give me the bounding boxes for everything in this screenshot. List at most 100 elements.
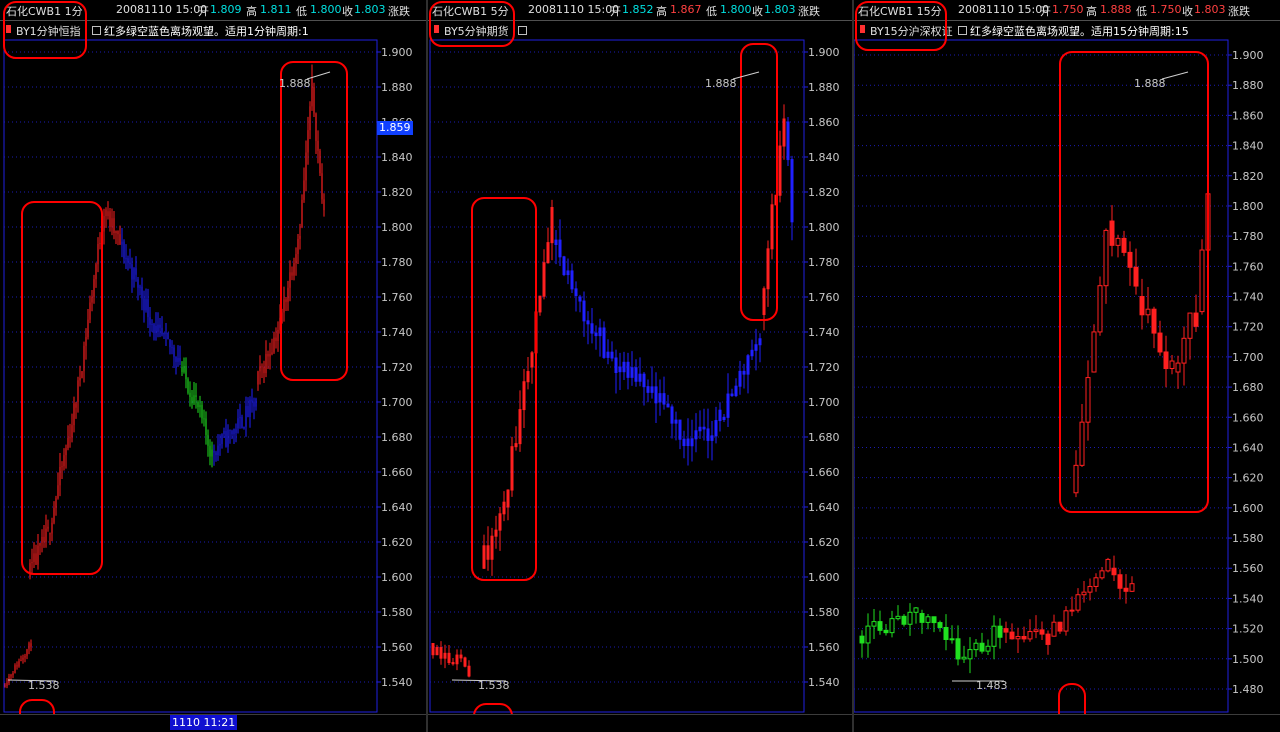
candle-body [967, 649, 973, 660]
y-tick-label: 1.600 [808, 571, 840, 584]
y-tick-label: 1.760 [808, 291, 840, 304]
candle-body [538, 295, 542, 313]
current-price-box: 1.859 [377, 121, 413, 135]
candle-body [582, 300, 586, 322]
candle-body [435, 647, 439, 656]
candle-body [1063, 610, 1069, 632]
y-tick-label: 1.880 [1232, 79, 1264, 92]
candle-body [1109, 220, 1115, 246]
y-tick-label: 1.880 [381, 81, 413, 94]
candle-body [883, 629, 889, 634]
candle-body [991, 625, 997, 647]
candle-body [770, 204, 774, 250]
candle-body [1027, 631, 1033, 640]
candle-body [1085, 377, 1091, 423]
candle-body [594, 332, 598, 337]
chart-panel-1min[interactable]: 石化CWB1 1分 20081110 15:00 开 1.809 高 1.811… [0, 0, 426, 732]
y-tick-label: 1.900 [808, 46, 840, 59]
candle-body [530, 352, 534, 368]
candle-body [1003, 628, 1009, 633]
y-tick-label: 1.820 [1232, 170, 1264, 183]
y-tick-label: 1.840 [381, 151, 413, 164]
time-axis [428, 714, 852, 732]
annotation-box-top [740, 43, 778, 321]
y-tick-label: 1.760 [381, 291, 413, 304]
candle-body [913, 607, 919, 613]
y-tick-label: 1.560 [808, 641, 840, 654]
candle-body [907, 611, 913, 625]
y-tick-label: 1.800 [808, 221, 840, 234]
candlestick-chart[interactable]: 1.9001.8801.8601.8401.8201.8001.7801.760… [428, 0, 852, 732]
candle-body [901, 615, 907, 625]
candle-body [638, 373, 642, 382]
y-tick-label: 1.900 [1232, 49, 1264, 62]
candle-body [614, 357, 618, 374]
candle-body [1093, 577, 1099, 587]
annotation-box-rally [21, 201, 103, 575]
y-tick-label: 1.680 [1232, 381, 1264, 394]
candle-body [734, 385, 738, 397]
candle-body [602, 327, 606, 358]
candle-body [1181, 337, 1187, 364]
chart-panel-15min[interactable]: 石化CWB1 15分 20081110 15:00 开 1.750 高 1.88… [854, 0, 1280, 732]
candle-body [574, 288, 578, 296]
price-label: 1.888 [1134, 77, 1166, 90]
candle-body [1033, 629, 1039, 633]
candle-body [686, 438, 690, 447]
candle-body [1199, 249, 1205, 313]
candle-body [514, 443, 518, 448]
candle-body [1099, 570, 1105, 579]
y-tick-label: 1.820 [381, 186, 413, 199]
candle-body [578, 296, 582, 302]
y-tick-label: 1.780 [1232, 230, 1264, 243]
y-tick-label: 1.720 [381, 361, 413, 374]
price-label-leader [306, 71, 331, 80]
candle-body [1081, 591, 1087, 596]
candle-body [1079, 421, 1085, 466]
y-tick-label: 1.540 [1232, 592, 1264, 605]
chart-panel-5min[interactable]: 石化CWB1 5分 20081110 15:00 开 1.852 高 1.867… [428, 0, 852, 732]
panel-divider[interactable] [426, 0, 428, 732]
candle-body [518, 409, 522, 445]
candle-body [979, 642, 985, 652]
candle-body [622, 361, 626, 373]
price-label-leader [732, 71, 760, 80]
candle-body [714, 420, 718, 437]
candle-body [443, 652, 447, 659]
candle-body [997, 625, 1003, 638]
candle-body [742, 370, 746, 375]
candle-body [730, 393, 734, 397]
candle-body [955, 638, 961, 660]
panel-divider[interactable] [852, 0, 854, 732]
y-tick-label: 1.640 [381, 501, 413, 514]
candle-body [1187, 312, 1193, 339]
candle-body [895, 615, 901, 620]
candle-body [642, 373, 646, 388]
candle-body [439, 647, 443, 659]
y-tick-label: 1.740 [1232, 291, 1264, 304]
y-tick-label: 1.600 [1232, 502, 1264, 515]
candle-body [782, 118, 786, 147]
candle-body [658, 393, 662, 403]
candle-body [690, 438, 694, 447]
candle-body [486, 545, 490, 560]
candle-body [985, 645, 991, 652]
annotation-box-indicator [3, 1, 87, 59]
candlestick-chart[interactable]: 1.9001.8801.8601.8401.8201.8001.7801.760… [0, 0, 426, 732]
candle-body [570, 270, 574, 290]
y-tick-label: 1.860 [1232, 109, 1264, 122]
candle-body [871, 621, 877, 627]
candle-body [1087, 585, 1093, 593]
y-tick-label: 1.540 [808, 676, 840, 689]
candle-body [586, 320, 590, 325]
candle-body [762, 288, 766, 316]
y-tick-label: 1.760 [1232, 260, 1264, 273]
candle-body [698, 426, 702, 432]
candle-body [1069, 609, 1075, 612]
candle-body [702, 426, 706, 430]
y-tick-label: 1.620 [1232, 472, 1264, 485]
price-label: 1.888 [279, 77, 311, 90]
candlestick-chart[interactable]: 1.9001.8801.8601.8401.8201.8001.7801.760… [854, 0, 1280, 732]
y-tick-label: 1.880 [808, 81, 840, 94]
y-tick-label: 1.500 [1232, 653, 1264, 666]
